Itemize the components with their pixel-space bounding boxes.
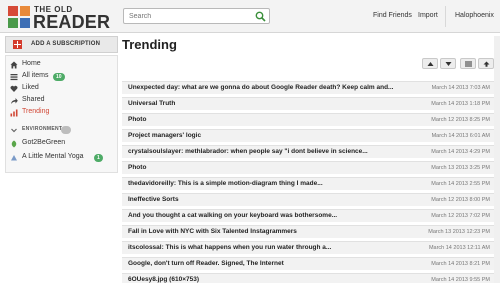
view-mode-button[interactable] bbox=[460, 58, 476, 69]
logo-mark-icon bbox=[8, 6, 30, 28]
item-title: thedavidoreilly: This is a simple motion… bbox=[128, 180, 323, 187]
chevron-down-icon bbox=[11, 128, 17, 133]
list-item[interactable]: Photo March 13 2013 3:25 PM bbox=[122, 161, 495, 174]
item-title: Universal Truth bbox=[128, 100, 176, 107]
chevron-up-icon bbox=[427, 62, 434, 66]
list-item[interactable]: thedavidoreilly: This is a simple motion… bbox=[122, 177, 495, 190]
user-menu[interactable]: Halophoenix bbox=[455, 12, 494, 19]
list-view-icon bbox=[465, 61, 472, 67]
item-date: March 14 2013 1:18 PM bbox=[431, 101, 490, 107]
item-date: March 14 2013 12:11 AM bbox=[428, 245, 490, 251]
share-icon bbox=[11, 98, 18, 104]
list-item[interactable]: Universal Truth March 14 2013 1:18 PM bbox=[122, 97, 495, 110]
find-friends-link[interactable]: Find Friends bbox=[373, 12, 412, 19]
feed-icon bbox=[11, 140, 17, 148]
add-subscription-button[interactable]: ADD A SUBSCRIPTION bbox=[5, 36, 118, 53]
scrollbar[interactable] bbox=[494, 36, 500, 283]
arrow-up-icon bbox=[483, 61, 490, 67]
folder-label: ENVIRONMENT bbox=[22, 126, 63, 132]
item-title: Fall in Love with NYC with Six Talented … bbox=[128, 228, 297, 235]
item-title: Google, don't turn off Reader. Signed, T… bbox=[128, 260, 284, 267]
item-date: March 14 2013 6:01 AM bbox=[431, 133, 490, 139]
feed-item-mental-yoga[interactable]: A Little Mental Yoga 1 bbox=[6, 152, 119, 164]
item-date: March 13 2013 3:25 PM bbox=[431, 165, 490, 171]
unread-count-badge: 10 bbox=[53, 73, 65, 81]
search-box[interactable] bbox=[123, 8, 270, 24]
list-item[interactable]: Ineffective Sorts March 12 2013 8:00 PM bbox=[122, 193, 495, 206]
sidebar-item-home[interactable]: Home bbox=[6, 59, 119, 71]
list-item[interactable]: 6OUesy8.jpg (610×753) March 14 2013 9:55 … bbox=[122, 273, 495, 283]
item-date: March 14 2013 9:55 PM bbox=[431, 277, 490, 283]
previous-item-button[interactable] bbox=[422, 58, 438, 69]
heart-icon bbox=[10, 85, 18, 92]
import-link[interactable]: Import bbox=[418, 12, 438, 19]
header-divider bbox=[445, 6, 446, 27]
item-date: March 13 2013 12:23 PM bbox=[428, 229, 490, 235]
item-title: itscolossal: This is what happens when y… bbox=[128, 244, 332, 251]
item-title: Ineffective Sorts bbox=[128, 196, 179, 203]
item-title: crystalsoulslayer: methlabrador: when pe… bbox=[128, 148, 368, 155]
search-input[interactable] bbox=[129, 10, 249, 22]
list-item[interactable]: Unexpected day: what are we gonna do abo… bbox=[122, 81, 495, 94]
item-title: And you thought a cat walking on your ke… bbox=[128, 212, 338, 219]
feed-label: Got2BeGreen bbox=[22, 139, 66, 146]
sidebar-item-shared[interactable]: Shared bbox=[6, 95, 119, 107]
list-item[interactable]: Project managers' logic March 14 2013 6:0… bbox=[122, 129, 495, 142]
next-item-button[interactable] bbox=[440, 58, 456, 69]
plus-icon bbox=[13, 40, 22, 49]
list-item[interactable]: And you thought a cat walking on your ke… bbox=[122, 209, 495, 222]
sidebar-item-label: Trending bbox=[22, 108, 50, 115]
logo[interactable]: THE OLD READER bbox=[7, 4, 110, 32]
item-date: March 14 2013 7:03 AM bbox=[431, 85, 490, 91]
item-date: March 14 2013 2:55 PM bbox=[431, 181, 490, 187]
feed-item-got2begreen[interactable]: Got2BeGreen bbox=[6, 138, 119, 150]
item-date: March 12 2013 7:02 PM bbox=[431, 213, 490, 219]
item-date: March 12 2013 8:00 PM bbox=[431, 197, 490, 203]
sidebar-item-liked[interactable]: Liked bbox=[6, 83, 119, 95]
chevron-down-icon bbox=[445, 62, 452, 66]
sidebar-item-label: Liked bbox=[22, 84, 39, 91]
sidebar-item-label: All items bbox=[22, 72, 49, 79]
folder-environment[interactable]: ENVIRONMENT bbox=[6, 124, 119, 136]
feed-label: A Little Mental Yoga bbox=[22, 153, 84, 160]
home-icon bbox=[10, 61, 18, 69]
sidebar: Home All items 10 Liked Shared Trending … bbox=[5, 55, 118, 173]
list-item[interactable]: Photo March 12 2013 8:25 PM bbox=[122, 113, 495, 126]
add-subscription-label: ADD A SUBSCRIPTION bbox=[31, 41, 101, 47]
list-item[interactable]: itscolossal: This is what happens when y… bbox=[122, 241, 495, 254]
sidebar-item-label: Shared bbox=[22, 96, 45, 103]
folder-badge bbox=[61, 126, 71, 134]
item-date: March 14 2013 8:21 PM bbox=[431, 261, 490, 267]
sidebar-item-all-items[interactable]: All items 10 bbox=[6, 71, 119, 83]
item-date: March 12 2013 8:25 PM bbox=[431, 117, 490, 123]
feed-icon bbox=[11, 155, 17, 161]
top-bar: THE OLD READER Find Friends Import Halop… bbox=[0, 0, 500, 33]
sidebar-item-trending[interactable]: Trending bbox=[6, 107, 119, 119]
unread-count-badge: 1 bbox=[94, 154, 103, 162]
search-icon[interactable] bbox=[255, 11, 266, 22]
page-title: Trending bbox=[122, 37, 177, 52]
list-item[interactable]: Google, don't turn off Reader. Signed, T… bbox=[122, 257, 495, 270]
item-title: 6OUesy8.jpg (610×753) bbox=[128, 276, 199, 283]
item-title: Unexpected day: what are we gonna do abo… bbox=[128, 84, 394, 91]
list-item[interactable]: crystalsoulslayer: methlabrador: when pe… bbox=[122, 145, 495, 158]
item-title: Photo bbox=[128, 116, 147, 123]
item-date: March 14 2013 4:29 PM bbox=[431, 149, 490, 155]
item-title: Photo bbox=[128, 164, 147, 171]
mark-read-button[interactable] bbox=[478, 58, 494, 69]
list-icon bbox=[10, 74, 18, 81]
sidebar-item-label: Home bbox=[22, 60, 41, 67]
item-title: Project managers' logic bbox=[128, 132, 202, 139]
trending-icon bbox=[10, 109, 18, 117]
list-item[interactable]: Fall in Love with NYC with Six Talented … bbox=[122, 225, 495, 238]
logo-text-big: READER bbox=[33, 12, 111, 32]
